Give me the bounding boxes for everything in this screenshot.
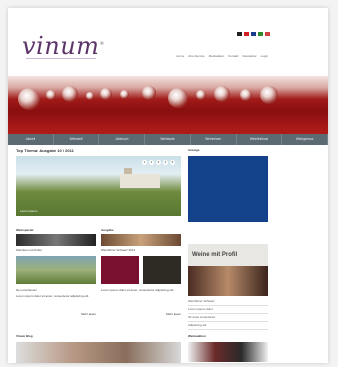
page-frame: vinum® Home Abo-Service Mediadaten Konta…	[8, 8, 328, 363]
teaser-image[interactable]	[101, 234, 181, 246]
logo-mark: ®	[99, 41, 105, 47]
logo-underline	[26, 58, 96, 59]
top-navigation: Home Abo-Service Mediadaten Kontakt News…	[176, 54, 268, 58]
nav-weinfeinkost[interactable]: Weinfeinkost	[237, 134, 283, 145]
topnav-login[interactable]: Login	[261, 54, 268, 58]
more-link[interactable]: Mehr lesen	[81, 312, 96, 316]
wine-drop	[120, 90, 129, 99]
blue-ad-box[interactable]	[188, 156, 268, 222]
main-navigation: Aktuell Weinwelt Jahrbuch Weinkarte Wein…	[8, 134, 328, 145]
teaser-caption: Neu erschienen	[16, 288, 38, 292]
section-title: Top Thema: Ausgabe 10 / 2011	[16, 148, 74, 153]
slider-dot-5[interactable]: 5	[170, 160, 175, 165]
flag-it[interactable]	[258, 32, 263, 36]
nav-weinwelt[interactable]: Weinwelt	[54, 134, 100, 145]
topnav-newsletter[interactable]: Newsletter	[242, 54, 256, 58]
teaser-title: Weinspecial	[16, 228, 34, 232]
teaser-text: Lorem ipsum dolor sit amet, consectetur …	[16, 294, 90, 298]
teaser-image[interactable]	[16, 256, 96, 284]
header: vinum® Home Abo-Service Mediadaten Konta…	[8, 8, 328, 78]
nav-weinkarte[interactable]: Weinkarte	[145, 134, 191, 145]
ad-list: Weinführer Schweiz Lorem ipsum dolor Sit…	[188, 298, 268, 330]
list-item[interactable]: Adipiscing elit	[188, 322, 268, 330]
flag-fr[interactable]	[251, 32, 256, 36]
right-column: Anzeige Weine mit Profil Anzeige Weinfüh…	[188, 148, 268, 362]
teaser-image[interactable]	[16, 234, 96, 246]
ad-image[interactable]	[188, 266, 268, 296]
wine-drop	[168, 88, 188, 108]
logo-text: vinum	[22, 32, 100, 60]
blog-title: Vinum Blog	[16, 334, 33, 338]
wine-drop	[18, 88, 40, 110]
wine-drop	[86, 92, 94, 100]
flag-de[interactable]	[237, 32, 242, 36]
list-item[interactable]: Sit amet consectetur	[188, 314, 268, 322]
teaser-left: Weinspecial Weinfest und Kultur Neu ersc…	[16, 228, 96, 316]
topnav-home[interactable]: Home	[176, 54, 184, 58]
list-item[interactable]: Weinführer Schweiz	[188, 298, 268, 306]
topnav-kontakt[interactable]: Kontakt	[228, 54, 238, 58]
wine-drop	[100, 88, 112, 100]
teaser-text: Lorem ipsum dolor sit amet, consectetur …	[101, 288, 175, 292]
slider-dot-1[interactable]: 1	[142, 160, 147, 165]
wine-bottle-image[interactable]	[188, 342, 268, 362]
right-title: Anzeige	[188, 148, 200, 152]
book-cover[interactable]	[101, 256, 139, 284]
slider-dot-4[interactable]: 4	[163, 160, 168, 165]
ad-title: Weine mit Profil	[192, 252, 238, 258]
teaser-title: Ausgabe	[101, 228, 114, 232]
hero-caption: Lorem ipsum	[20, 209, 38, 213]
book-cover[interactable]	[143, 256, 181, 284]
slider-dots: 1 2 3 4 5	[142, 160, 175, 165]
nav-aktuell[interactable]: Aktuell	[8, 134, 54, 145]
language-flags	[237, 32, 270, 36]
slider-dot-3[interactable]: 3	[156, 160, 161, 165]
wine-drop	[62, 86, 78, 102]
teaser-caption: Weinführer Schweiz 2012	[101, 248, 136, 252]
nav-weinreisen[interactable]: Weinreisen	[191, 134, 237, 145]
wine-drops-banner	[8, 76, 328, 134]
auction-title: Weinauktion	[188, 334, 206, 338]
topnav-abo[interactable]: Abo-Service	[188, 54, 204, 58]
slider-dot-2[interactable]: 2	[149, 160, 154, 165]
wine-drop	[46, 90, 56, 100]
nav-weingenuss[interactable]: Weingenuss	[282, 134, 328, 145]
wine-drop	[240, 89, 252, 101]
main-content: Top Thema: Ausgabe 10 / 2011 1 2 3 4 5 L…	[16, 148, 181, 363]
flag-ch[interactable]	[244, 32, 249, 36]
teaser-caption: Weinfest und Kultur	[16, 248, 43, 252]
wine-drop	[260, 86, 278, 104]
topnav-mediadaten[interactable]: Mediadaten	[209, 54, 225, 58]
flag-other[interactable]	[265, 32, 270, 36]
nav-jahrbuch[interactable]: Jahrbuch	[99, 134, 146, 145]
list-item[interactable]: Lorem ipsum dolor	[188, 306, 268, 314]
more-link[interactable]: Mehr lesen	[166, 312, 181, 316]
wine-drop	[196, 90, 206, 100]
hero-image[interactable]: 1 2 3 4 5 Lorem ipsum	[16, 156, 181, 216]
wine-drop	[142, 86, 156, 100]
teaser-right: Ausgabe Weinführer Schweiz 2012 Lorem ip…	[101, 228, 181, 316]
logo[interactable]: vinum®	[22, 32, 105, 60]
blog-image[interactable]	[16, 342, 181, 363]
chateau-building	[120, 168, 160, 188]
wine-drop	[214, 86, 230, 102]
